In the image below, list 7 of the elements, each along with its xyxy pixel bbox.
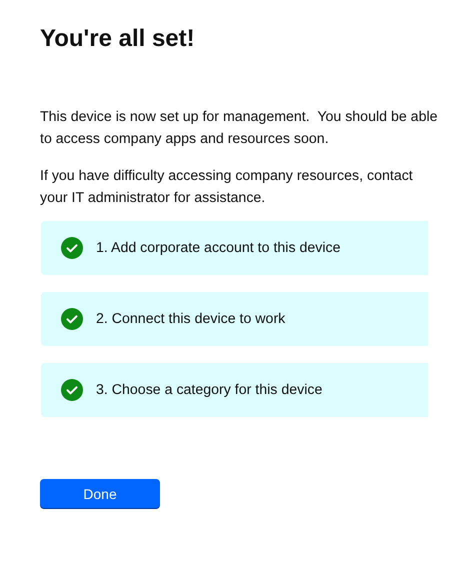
step-label: 3. Choose a category for this device [96,382,322,398]
done-button[interactable]: Done [40,479,160,508]
info-paragraph: If you have difficulty accessing company resources, contact your IT administrator for assistance. [40,167,414,208]
step-label: 1. Add corporate account to this device [96,240,340,256]
step-label: 2. Connect this device to work [96,311,286,327]
page-title: You're all set! [40,24,196,54]
info-paragraph: This device is now set up for management. You should be able to access company apps and resources soon. [40,108,438,149]
